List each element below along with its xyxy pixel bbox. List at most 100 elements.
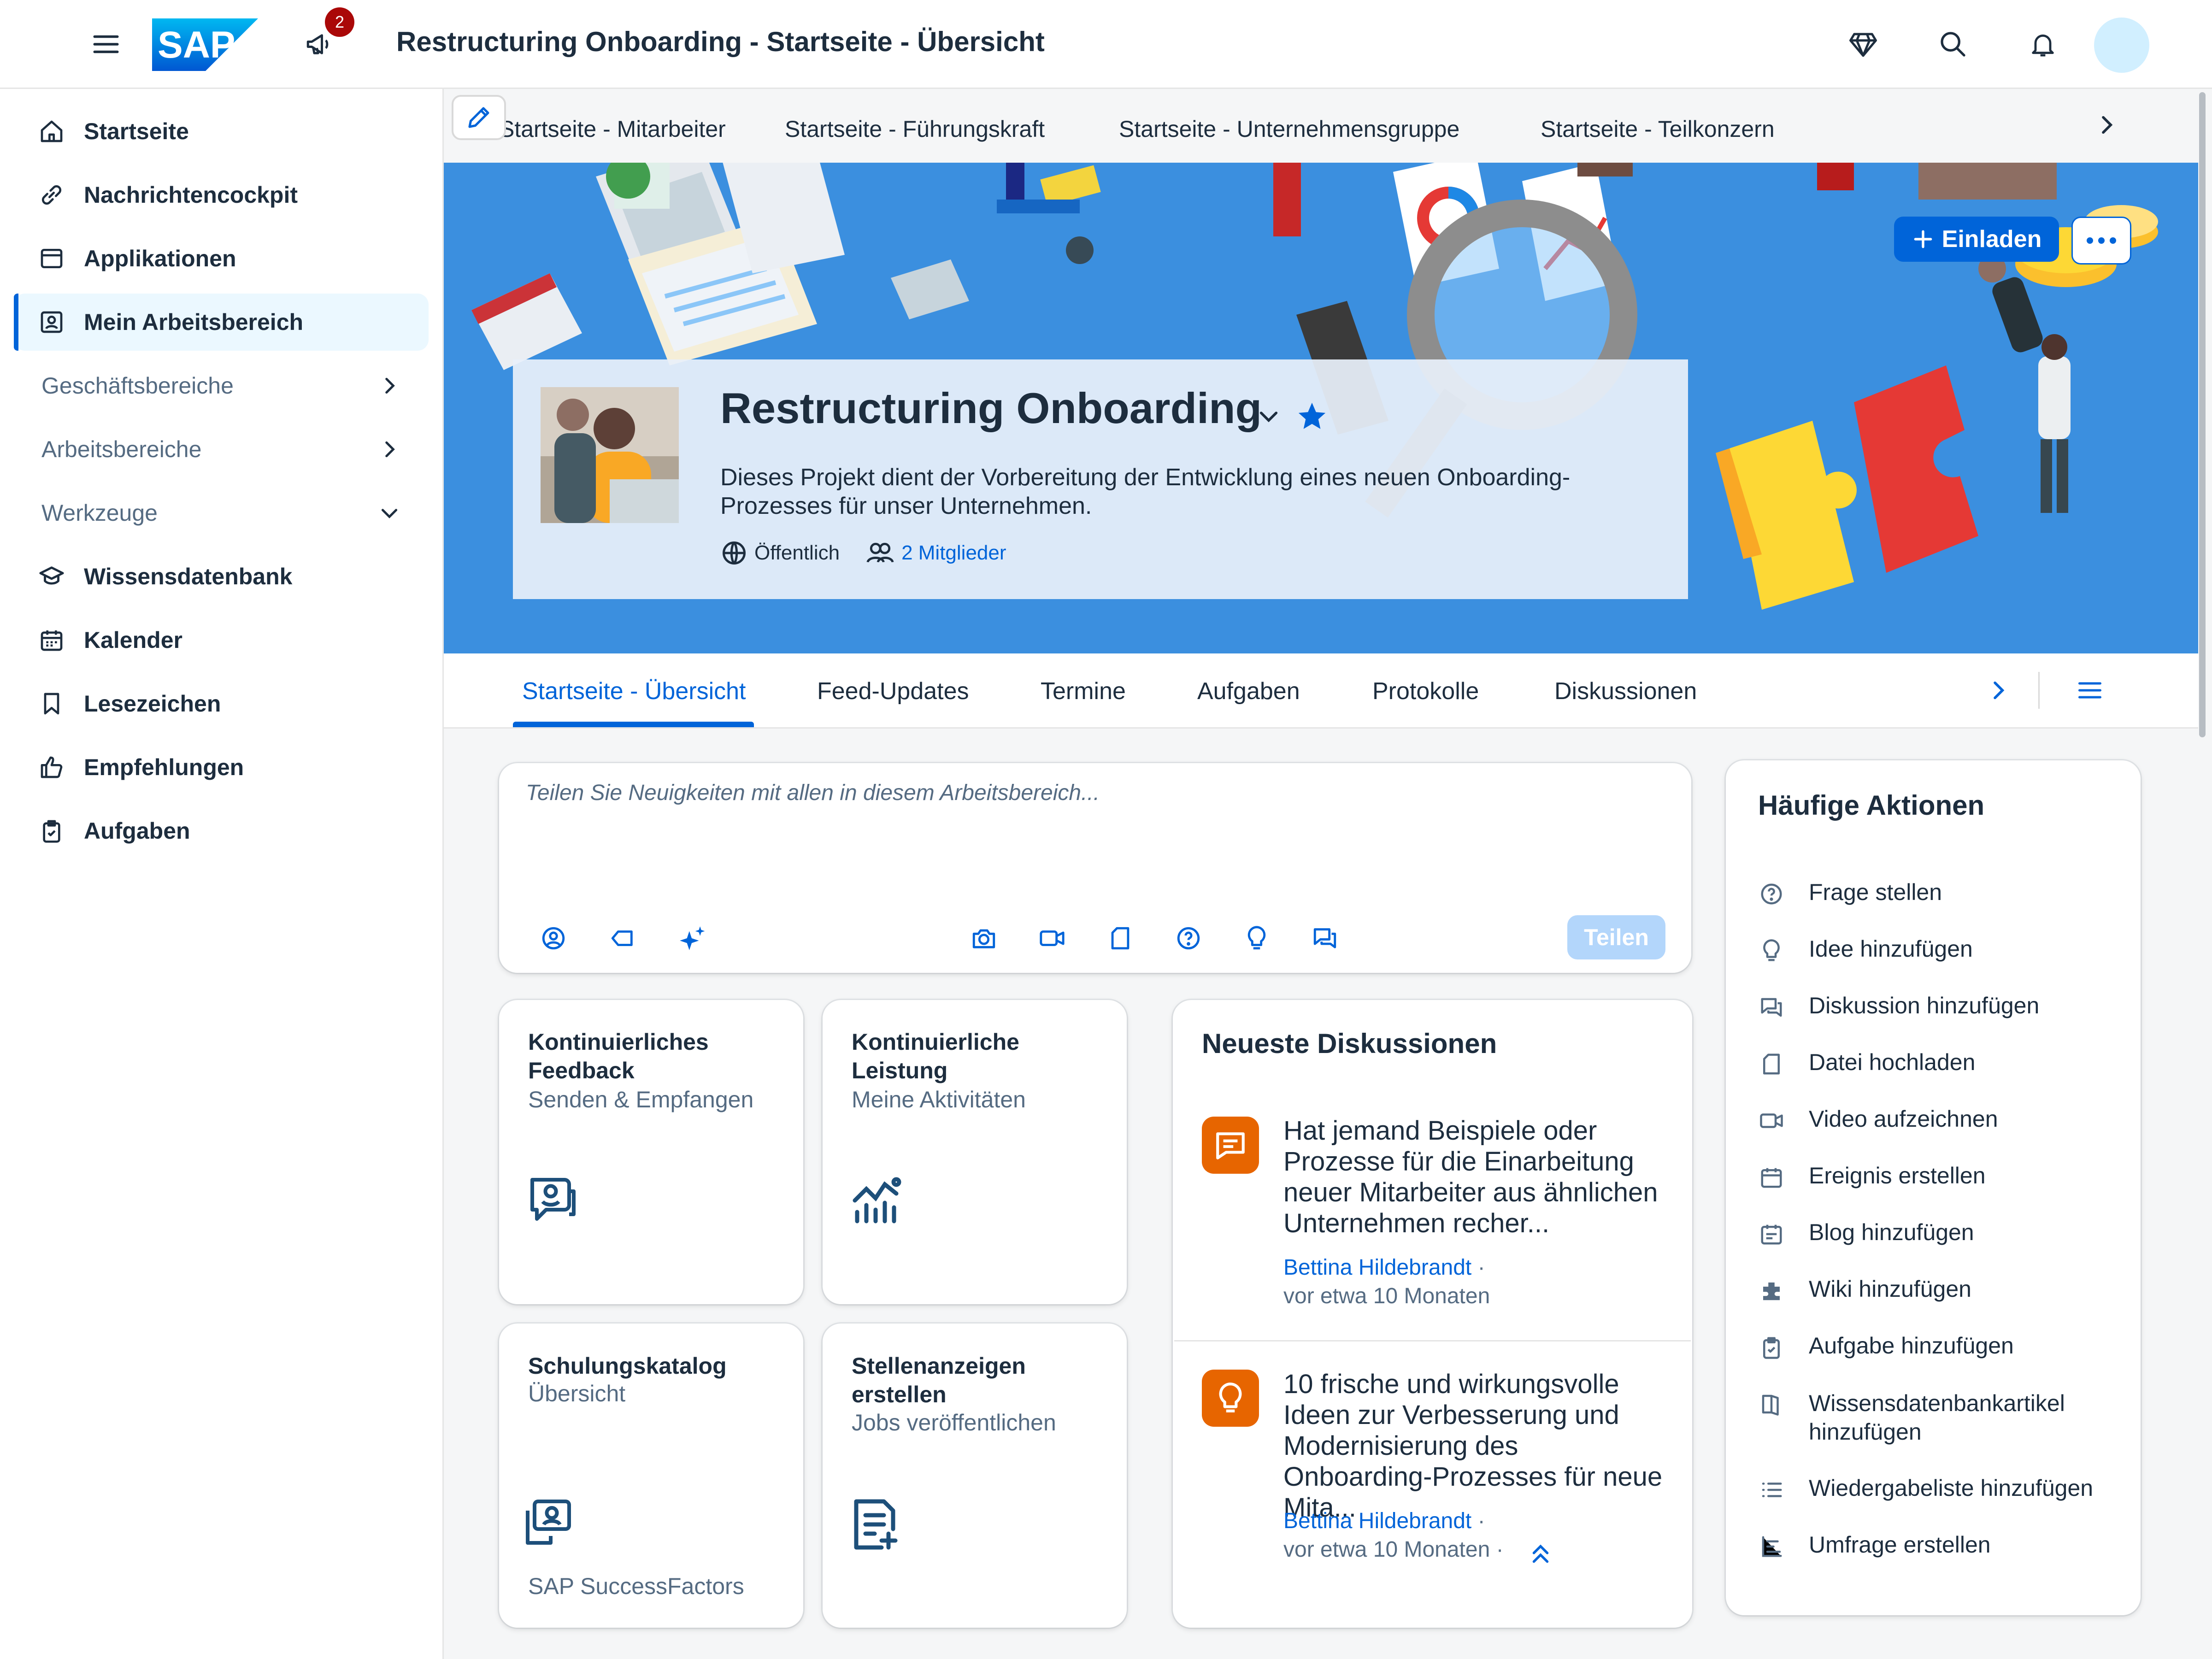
home-page-tabs: Startseite - Mitarbeiter Startseite - Fü… — [444, 89, 2212, 163]
question-icon — [1758, 881, 1785, 907]
side-navigation: Startseite Nachrichtencockpit Applikatio… — [0, 89, 444, 1659]
share-button[interactable]: Teilen — [1567, 915, 1665, 959]
camera-icon[interactable] — [969, 923, 999, 953]
action-video-aufzeichnen[interactable]: Video aufzeichnen — [1758, 1101, 2154, 1142]
invite-button[interactable]: Einladen — [1894, 217, 2059, 262]
collapse-icon[interactable] — [1529, 1541, 1552, 1566]
discussion-time: vor etwa 10 Monaten — [1283, 1284, 1490, 1308]
chevron-right-icon[interactable] — [1985, 677, 2011, 703]
workspace-description: Dieses Projekt dient der Vorbereitung de… — [720, 464, 1571, 519]
members-link[interactable]: 2 Mitglieder — [901, 541, 1006, 565]
video-icon — [1758, 1107, 1785, 1134]
question-icon[interactable] — [1173, 923, 1204, 953]
idea-icon — [1202, 1370, 1259, 1427]
notification-badge: 2 — [325, 7, 354, 37]
more-options-button[interactable] — [2071, 217, 2131, 265]
action-ereignis-erstellen[interactable]: Ereignis erstellen — [1758, 1158, 2154, 1199]
chevron-right-icon — [385, 377, 395, 394]
discussion-text[interactable]: 10 frische und wirkungsvolle Ideen zur V… — [1283, 1369, 1671, 1523]
action-wissensdatenbankartikel[interactable]: Wissensdatenbankartikel hinzufügen — [1758, 1384, 2154, 1453]
subnav-tab-fuehrungskraft[interactable]: Startseite - Führungskraft — [785, 116, 1045, 142]
list-menu-icon[interactable] — [2075, 677, 2105, 704]
action-datei-hochladen[interactable]: Datei hochladen — [1758, 1044, 2154, 1086]
sidebar-group-arbeitsbereiche[interactable]: Arbeitsbereiche — [14, 421, 429, 478]
performance-chart-icon — [853, 1177, 901, 1224]
menu-icon[interactable] — [84, 22, 128, 66]
tag-icon[interactable] — [607, 923, 638, 953]
sidebar-item-applikationen[interactable]: Applikationen — [14, 230, 429, 287]
action-blog-hinzufuegen[interactable]: Blog hinzufügen — [1758, 1214, 2154, 1256]
sidebar-item-lesezeichen[interactable]: Lesezeichen — [14, 675, 429, 732]
discussion-author: Bettina Hildebrandt · — [1283, 1255, 1485, 1280]
discussion-text[interactable]: Hat jemand Beispiele oder Prozesse für d… — [1283, 1115, 1671, 1239]
knowledge-icon — [1758, 1391, 1785, 1418]
user-avatar[interactable] — [2094, 18, 2149, 73]
bell-icon[interactable] — [2021, 22, 2065, 66]
lightbulb-icon[interactable] — [1241, 923, 1272, 953]
discussion-author: Bettina Hildebrandt · — [1283, 1509, 1485, 1533]
app-window-icon — [38, 245, 65, 272]
action-idee-hinzufuegen[interactable]: Idee hinzufügen — [1758, 931, 2154, 972]
divider — [1174, 1340, 1691, 1341]
action-wiki-hinzufuegen[interactable]: Wiki hinzufügen — [1758, 1271, 2154, 1312]
sidebar-item-startseite[interactable]: Startseite — [14, 103, 429, 160]
sidebar-item-mein-arbeitsbereich[interactable]: Mein Arbeitsbereich — [14, 294, 429, 351]
tab-aufgaben[interactable]: Aufgaben — [1197, 677, 1300, 705]
chevron-right-icon[interactable] — [2094, 112, 2119, 138]
sidebar-item-label: Lesezeichen — [84, 691, 221, 717]
action-diskussion-hinzufuegen[interactable]: Diskussion hinzufügen — [1758, 988, 2154, 1029]
subnav-tab-mitarbeiter[interactable]: Startseite - Mitarbeiter — [499, 116, 726, 142]
tab-feed-updates[interactable]: Feed-Updates — [817, 677, 969, 705]
scrollbar[interactable] — [2199, 92, 2206, 737]
chevron-down-icon[interactable] — [1256, 403, 1282, 429]
tab-protokolle[interactable]: Protokolle — [1372, 677, 1479, 705]
sidebar-group-werkzeuge[interactable]: Werkzeuge — [14, 484, 429, 541]
tab-startseite-uebersicht[interactable]: Startseite - Übersicht — [522, 677, 746, 705]
time-label: vor etwa 10 Monaten — [1283, 1537, 1490, 1562]
action-wiedergabeliste-hinzufuegen[interactable]: Wiedergabeliste hinzufügen — [1758, 1470, 2154, 1512]
action-frage-stellen[interactable]: Frage stellen — [1758, 874, 2154, 916]
tab-diskussionen[interactable]: Diskussionen — [1554, 677, 1697, 705]
edit-tabs-button[interactable] — [452, 95, 506, 140]
feedback-icon — [530, 1178, 576, 1221]
document-icon[interactable] — [1105, 923, 1135, 953]
mention-icon[interactable] — [538, 923, 569, 953]
sidebar-group-geschaeftsbereiche[interactable]: Geschäftsbereiche — [14, 357, 429, 414]
action-label: Ereignis erstellen — [1809, 1163, 1986, 1188]
action-aufgabe-hinzufuegen[interactable]: Aufgabe hinzufügen — [1758, 1328, 2154, 1369]
video-icon[interactable] — [1037, 923, 1067, 953]
svg-text:SAP: SAP — [158, 24, 235, 66]
calendar-icon — [38, 626, 65, 654]
sidebar-item-label: Aufgaben — [84, 818, 190, 844]
action-umfrage-erstellen[interactable]: Umfrage erstellen — [1758, 1527, 2154, 1568]
diamond-icon[interactable] — [1841, 22, 1885, 66]
learning-icon — [526, 1500, 571, 1545]
tile-subtitle: Übersicht — [528, 1381, 626, 1406]
ai-sparkle-icon[interactable] — [677, 923, 707, 953]
sidebar-item-aufgaben[interactable]: Aufgaben — [14, 802, 429, 859]
action-label: Wissensdatenbankartikel hinzufügen — [1809, 1390, 2065, 1445]
plus-icon — [1914, 230, 1932, 248]
active-tab-indicator — [513, 722, 754, 727]
subnav-tab-teilkonzern[interactable]: Startseite - Teilkonzern — [1541, 116, 1775, 142]
sidebar-item-empfehlungen[interactable]: Empfehlungen — [14, 739, 429, 796]
composer-input[interactable]: Teilen Sie Neuigkeiten mit allen in dies… — [526, 780, 1100, 806]
subnav-tab-unternehmensgruppe[interactable]: Startseite - Unternehmensgruppe — [1119, 116, 1459, 142]
author-link[interactable]: Bettina Hildebrandt — [1283, 1255, 1471, 1280]
members-icon — [866, 542, 894, 563]
star-icon[interactable] — [1296, 400, 1328, 432]
sidebar-item-kalender[interactable]: Kalender — [14, 612, 429, 669]
quick-actions-title: Häufige Aktionen — [1758, 790, 1985, 821]
tab-termine[interactable]: Termine — [1041, 677, 1126, 705]
search-icon[interactable] — [1931, 22, 1975, 66]
sidebar-item-wissensdatenbank[interactable]: Wissensdatenbank — [14, 548, 429, 605]
action-label: Idee hinzufügen — [1809, 936, 1973, 962]
sidebar-item-nachrichtencockpit[interactable]: Nachrichtencockpit — [14, 166, 429, 224]
action-label: Blog hinzufügen — [1809, 1219, 1974, 1245]
author-link[interactable]: Bettina Hildebrandt — [1283, 1509, 1471, 1533]
discussion-icon[interactable] — [1310, 923, 1340, 953]
workspace-icon — [38, 308, 65, 336]
divider — [2038, 672, 2040, 709]
workspace-title: Restructuring Onboarding — [720, 384, 1262, 432]
sap-logo[interactable]: SAP — [152, 18, 258, 71]
